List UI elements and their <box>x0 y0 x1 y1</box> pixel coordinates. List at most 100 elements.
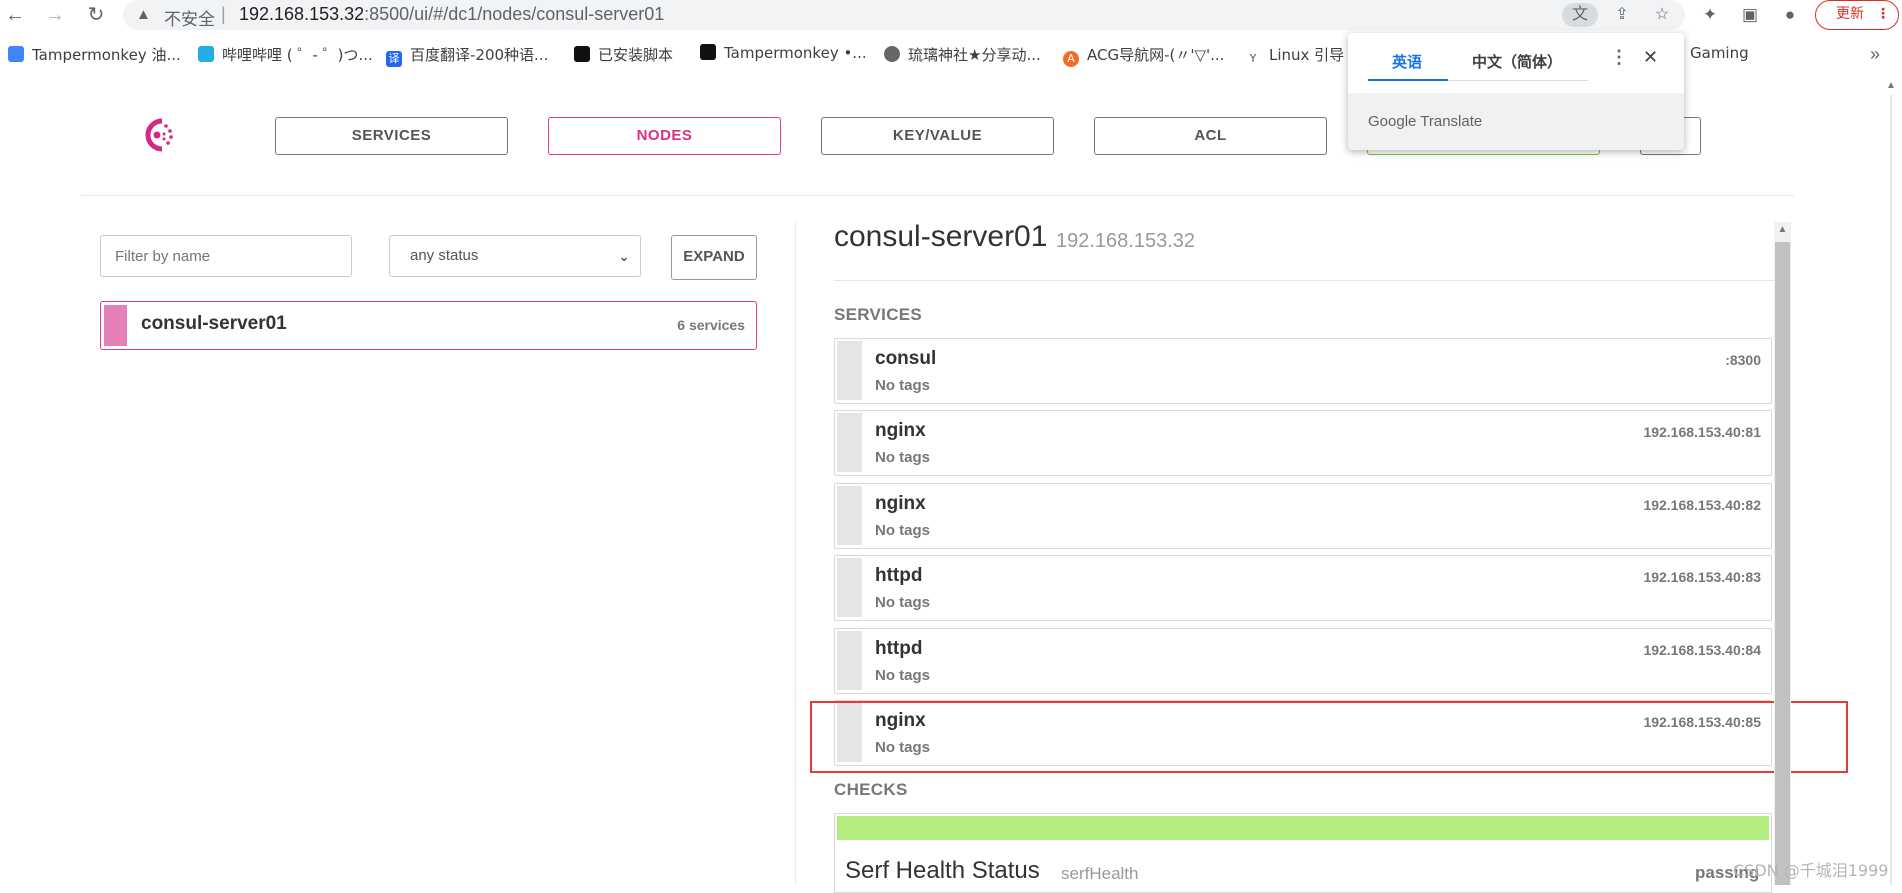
translate-icon[interactable]: 文 <box>1562 3 1598 27</box>
service-status-bar <box>837 413 862 472</box>
service-item[interactable]: nginx No tags 192.168.153.40:81 <box>834 410 1772 476</box>
nav-acl-button[interactable]: ACL <box>1094 117 1327 155</box>
service-item[interactable]: consul No tags :8300 <box>834 338 1772 404</box>
profile-icon[interactable]: ● <box>1777 3 1803 27</box>
update-label: 更新 <box>1836 6 1864 22</box>
node-list-item[interactable]: consul-server01 6 services <box>100 301 757 350</box>
more-options-icon[interactable]: ⋮ <box>1610 47 1628 68</box>
service-item[interactable]: httpd No tags 192.168.153.40:84 <box>834 628 1772 694</box>
check-id: serfHealth <box>1061 864 1139 883</box>
tampermonkey-icon <box>574 46 590 62</box>
page-scrollbar[interactable] <box>1890 95 1892 885</box>
extensions-icon[interactable]: ✦ <box>1697 3 1723 27</box>
service-tags: No tags <box>875 377 931 394</box>
check-status-bar <box>837 816 1769 840</box>
node-detail-ip: 192.168.153.32 <box>1056 230 1196 252</box>
insecure-label[interactable]: 不安全 <box>164 5 215 30</box>
consul-logo-icon[interactable] <box>138 115 178 155</box>
watermark: CSDN @千城泪1999 <box>1733 861 1889 880</box>
check-name: Serf Health Status <box>845 857 1040 884</box>
detail-scrollbar-thumb[interactable] <box>1775 242 1790 885</box>
node-name: consul-server01 <box>141 313 287 334</box>
nav-nodes-button[interactable]: NODES <box>548 117 781 155</box>
header-divider <box>81 195 1794 196</box>
tab-target-language[interactable]: 中文（简体） <box>1472 51 1562 72</box>
url-host: 192.168.153.32 <box>239 4 365 24</box>
back-arrow-icon[interactable]: ← <box>2 2 28 28</box>
service-tags: No tags <box>875 667 931 684</box>
share-icon[interactable]: ⇪ <box>1609 3 1635 27</box>
node-service-count: 6 services <box>677 317 745 333</box>
tampermonkey-icon <box>8 46 24 62</box>
service-name: nginx <box>875 493 926 514</box>
bookmark-item[interactable]: Y Linux 引导 <box>1245 44 1345 66</box>
bookmark-item[interactable]: 哔哩哔哩 ( ゜- ゜)つ... <box>198 44 373 66</box>
tab-source-language[interactable]: 英语 <box>1392 51 1422 72</box>
status-select[interactable]: any status ⌄ <box>389 235 641 277</box>
filter-by-name-input[interactable] <box>100 235 352 277</box>
services-heading: SERVICES <box>834 305 923 324</box>
bookmark-item[interactable]: 已安装脚本 <box>574 44 673 66</box>
google-translate-popup: 英语 中文（简体） ⋮ ✕ Google Translate <box>1348 33 1684 150</box>
google-translate-brand: Google Translate <box>1368 113 1483 130</box>
service-address: 192.168.153.40:81 <box>1643 424 1761 440</box>
service-tags: No tags <box>875 449 931 466</box>
status-select-value: any status <box>410 247 479 264</box>
service-name: httpd <box>875 638 923 659</box>
service-status-bar <box>837 486 862 545</box>
service-address: 192.168.153.40:83 <box>1643 569 1761 585</box>
service-status-bar <box>837 631 862 690</box>
service-address: 192.168.153.40:84 <box>1643 642 1761 658</box>
sidepanel-icon[interactable]: ▣ <box>1737 3 1763 27</box>
service-name: nginx <box>875 420 926 441</box>
url-text[interactable]: 192.168.153.32:8500/ui/#/dc1/nodes/consu… <box>239 4 664 25</box>
annotation-highlight-box <box>810 701 1848 773</box>
panel-divider <box>795 222 796 885</box>
bookmark-item[interactable]: Tampermonkey 油... <box>8 44 181 66</box>
url-separator: | <box>221 4 226 24</box>
menu-dots-icon: ⋮ <box>1876 6 1890 22</box>
bookmark-item[interactable]: Tampermonkey •... <box>700 44 867 66</box>
bookmark-item[interactable]: 琉璃神社★分享动... <box>884 44 1041 66</box>
bookmark-star-icon[interactable]: ☆ <box>1649 3 1675 27</box>
detail-divider <box>834 280 1774 281</box>
bookmark-item[interactable]: Gaming <box>1690 44 1749 66</box>
acg-icon: A <box>1063 51 1079 67</box>
active-tab-indicator <box>1368 79 1448 81</box>
browser-toolbar: ← → ↻ ▲ 不安全 | 192.168.153.32:8500/ui/#/d… <box>0 0 1902 30</box>
page-scroll-up-arrow-icon[interactable]: ▲ <box>1886 80 1900 91</box>
node-status-bar <box>104 305 127 346</box>
service-status-bar <box>837 558 862 617</box>
reload-icon[interactable]: ↻ <box>83 2 109 28</box>
service-name: consul <box>875 348 937 369</box>
nav-key-value-button[interactable]: KEY/VALUE <box>821 117 1054 155</box>
chevron-down-icon: ⌄ <box>618 248 630 264</box>
globe-icon <box>884 46 900 62</box>
scroll-up-arrow-icon[interactable]: ▲ <box>1774 224 1791 238</box>
service-tags: No tags <box>875 522 931 539</box>
service-name: httpd <box>875 565 923 586</box>
service-item[interactable]: nginx No tags 192.168.153.40:82 <box>834 483 1772 549</box>
bilibili-icon <box>198 46 214 62</box>
service-status-bar <box>837 341 862 400</box>
tampermonkey-icon <box>700 44 716 60</box>
expand-button[interactable]: EXPAND <box>671 235 757 280</box>
baidu-translate-icon: 译 <box>386 51 402 67</box>
close-icon[interactable]: ✕ <box>1643 47 1658 68</box>
service-address: 192.168.153.40:82 <box>1643 497 1761 513</box>
forward-arrow-icon[interactable]: → <box>42 2 68 28</box>
update-button[interactable]: 更新 ⋮ <box>1815 0 1899 30</box>
bookmark-item[interactable]: 译百度翻译-200种语... <box>386 44 548 67</box>
node-detail-title: consul-server01 <box>834 220 1048 253</box>
service-address: :8300 <box>1725 352 1761 368</box>
bookmark-item[interactable]: A ACG导航网-(〃'▽'... <box>1063 44 1224 67</box>
bookmarks-more-icon[interactable]: » <box>1870 44 1880 65</box>
url-path: :8500/ui/#/dc1/nodes/consul-server01 <box>364 4 665 24</box>
nav-services-button[interactable]: SERVICES <box>275 117 508 155</box>
checks-heading: CHECKS <box>834 780 908 799</box>
service-tags: No tags <box>875 594 931 611</box>
tab-divider <box>1448 80 1588 81</box>
linux-icon: Y <box>1249 52 1257 65</box>
service-item[interactable]: httpd No tags 192.168.153.40:83 <box>834 555 1772 621</box>
warning-icon[interactable]: ▲ <box>136 6 151 23</box>
